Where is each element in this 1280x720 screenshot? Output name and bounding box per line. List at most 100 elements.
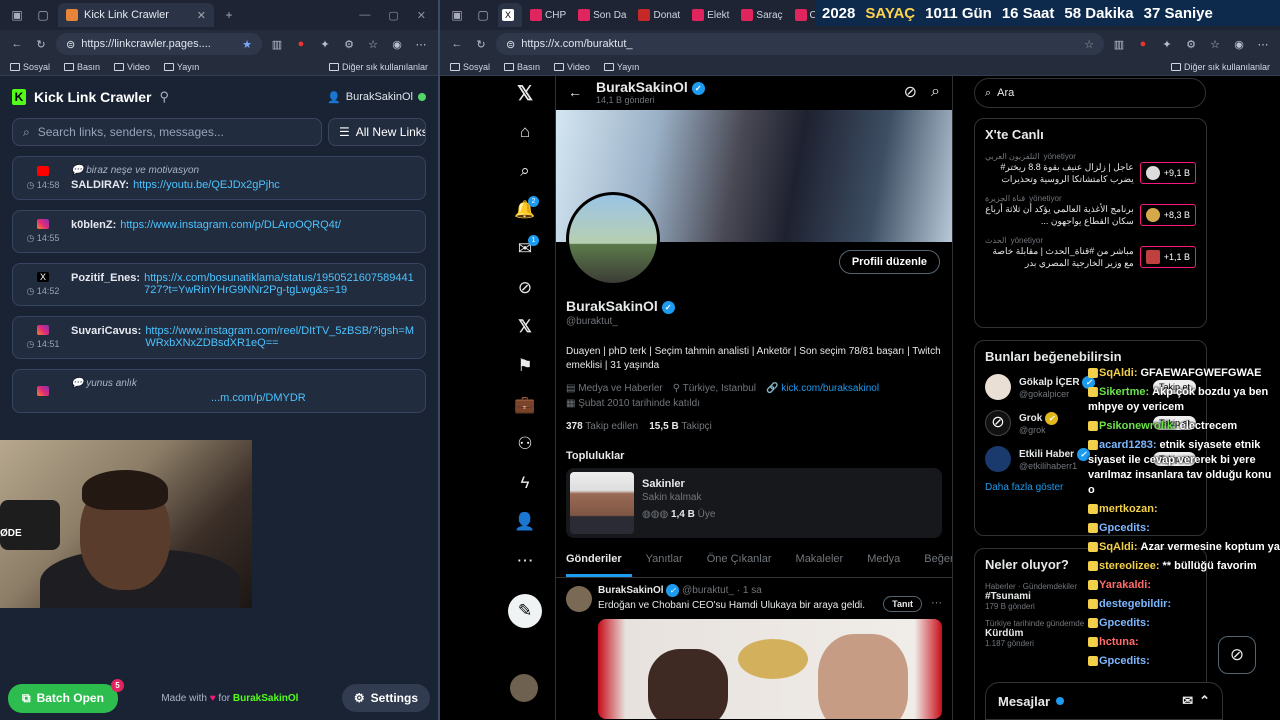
batch-open-button[interactable]: ⧉ Batch Open 5 (8, 678, 124, 713)
tweet[interactable]: BurakSakinOl ✓ @buraktut_ · 1 sa Erdoğan… (566, 584, 942, 719)
favorite-star-icon[interactable]: ☆ (1084, 38, 1094, 51)
bookmark-folder-basin[interactable]: Basın (504, 62, 540, 72)
chat-username[interactable]: acard1283: (1099, 439, 1157, 451)
profile-avatar-icon[interactable]: ◉ (388, 35, 406, 53)
chat-username[interactable]: Yarakaldi: (1099, 579, 1151, 591)
tweet-more-icon[interactable]: ⋯ (931, 596, 942, 609)
favorites-icon[interactable]: ☆ (1206, 35, 1224, 53)
following-link[interactable]: 378 Takip edilen (566, 421, 638, 432)
tab-highlights[interactable]: Öne Çıkanlar (707, 548, 782, 577)
tab-x[interactable]: X (498, 3, 522, 27)
other-bookmarks[interactable]: Diğer sık kullanılanlar (1170, 62, 1270, 72)
other-bookmarks[interactable]: Diğer sık kullanılanlar (328, 62, 428, 72)
chat-username[interactable]: mertkozan: (1099, 503, 1158, 515)
extension-icon[interactable]: ● (292, 35, 310, 53)
promote-button[interactable]: Tanıt (883, 596, 922, 612)
close-window-icon[interactable]: ✕ (417, 9, 426, 22)
list-item[interactable]: yönetiyor الحدث مباشر من #قناة_الحدث | م… (985, 236, 1196, 269)
chat-username[interactable]: SqAldi: (1099, 541, 1138, 553)
bookmark-folder-yayin[interactable]: Yayın (603, 62, 639, 72)
extension-icon[interactable]: ▥ (1110, 35, 1128, 53)
followers-link[interactable]: 15,5 B Takipçi (649, 421, 712, 432)
back-icon[interactable]: ← (8, 35, 26, 53)
extension-icon[interactable]: ✦ (1158, 35, 1176, 53)
tab-replies[interactable]: Yanıtlar (646, 548, 693, 577)
back-icon[interactable]: ← (448, 35, 466, 53)
profile-avatar-icon[interactable]: ◉ (1230, 35, 1248, 53)
search-icon[interactable]: ⌕ (931, 83, 940, 101)
chat-username[interactable]: Gpcedits: (1099, 617, 1150, 629)
tab-elekt[interactable]: Elekt (688, 3, 733, 27)
chat-username[interactable]: Gpcedits: (1099, 522, 1150, 534)
tab-chp[interactable]: CHP (526, 3, 570, 27)
x-search-input[interactable]: ⌕ Ara (974, 78, 1206, 108)
profile-icon[interactable]: 👤 (514, 511, 536, 533)
new-tab-icon[interactable]: + (218, 4, 240, 26)
favorite-star-icon[interactable]: ★ (242, 38, 252, 51)
extension-icon[interactable]: ✦ (316, 35, 334, 53)
more-icon[interactable]: ⋯ (514, 550, 536, 572)
broom-icon[interactable]: ⚲ (160, 89, 170, 105)
tweet-image[interactable] (598, 619, 942, 719)
list-item[interactable]: yönetiyor قناة الجزيرة برنامج الأغذية ال… (985, 194, 1196, 227)
back-arrow-icon[interactable]: ← (568, 84, 582, 100)
community-card[interactable]: Sakinler Sakin kalmak ◍◍◍ 1,4 B Üye (566, 468, 942, 538)
extension-icon[interactable]: ▥ (268, 35, 286, 53)
explore-icon[interactable]: ⌕ (514, 160, 536, 182)
extension-icon[interactable]: ● (1134, 35, 1152, 53)
account-avatar[interactable] (510, 674, 538, 702)
verified-orgs-icon[interactable]: ϟ (514, 472, 536, 494)
workspaces-icon[interactable]: ▣ (446, 4, 468, 26)
favorites-icon[interactable]: ☆ (364, 35, 382, 53)
bookmarks-icon[interactable]: ⚑ (514, 355, 536, 377)
maximize-icon[interactable]: ▢ (388, 9, 398, 22)
more-icon[interactable]: ⋯ (412, 35, 430, 53)
bookmark-folder-sosyal[interactable]: Sosyal (450, 62, 490, 72)
chat-username[interactable]: Sikertme: (1099, 386, 1149, 398)
extensions-icon[interactable]: ⚙ (340, 35, 358, 53)
bookmark-folder-sosyal[interactable]: Sosyal (10, 62, 50, 72)
chat-username[interactable]: Gpcedits: (1099, 655, 1150, 667)
chat-username[interactable]: Psikonewrolik: (1099, 420, 1177, 432)
close-tab-icon[interactable]: ✕ (197, 9, 206, 22)
grok-icon[interactable]: ⊘ (904, 82, 917, 102)
tab-actions-icon[interactable]: ▢ (32, 4, 54, 26)
jobs-icon[interactable]: 💼 (514, 394, 536, 416)
more-icon[interactable]: ⋯ (1254, 35, 1272, 53)
message-link[interactable]: https://www.instagram.com/p/DLAroOQRQ4t/ (120, 219, 341, 231)
edit-profile-button[interactable]: Profili düzenle (838, 250, 940, 274)
list-item[interactable]: yönetiyor التلفزيون العربي عاجل | زلزال … (985, 152, 1196, 185)
refresh-icon[interactable]: ↻ (32, 35, 50, 53)
tab-sarac[interactable]: Saraç (737, 3, 786, 27)
x-logo-icon[interactable]: 𝕏 (514, 82, 536, 105)
tab-son-dakika[interactable]: Son Da (574, 3, 630, 27)
tab-articles[interactable]: Makaleler (796, 548, 854, 577)
communities-icon[interactable]: ⚇ (514, 433, 536, 455)
tab-kick-link-crawler[interactable]: Kick Link Crawler ✕ (58, 3, 214, 27)
minimize-icon[interactable]: — (359, 9, 370, 22)
left-url-field[interactable]: ⊜ https://linkcrawler.pages.... ★ (56, 33, 262, 55)
extensions-icon[interactable]: ⚙ (1182, 35, 1200, 53)
message-link[interactable]: ...m.com/p/DMYDR (211, 392, 306, 404)
tab-likes[interactable]: Beğeni (924, 548, 952, 577)
messages-icon[interactable]: ✉ 1 (514, 235, 539, 260)
premium-icon[interactable]: 𝕏 (514, 316, 536, 338)
tab-posts[interactable]: Gönderiler (566, 548, 632, 577)
message-link[interactable]: https://x.com/bosunatiklama/status/19505… (144, 272, 415, 296)
profile-avatar[interactable] (566, 192, 660, 286)
site-info-icon[interactable]: ⊜ (506, 38, 515, 51)
tab-donat[interactable]: Donat (634, 3, 684, 27)
chat-username[interactable]: stereolizee: (1099, 560, 1160, 572)
tab-media[interactable]: Medya (867, 548, 910, 577)
site-info-icon[interactable]: ⊜ (66, 38, 75, 51)
workspaces-icon[interactable]: ▣ (6, 4, 28, 26)
home-icon[interactable]: ⌂ (514, 121, 536, 143)
tweet-avatar[interactable] (566, 586, 592, 612)
expand-icon[interactable]: ⌃ (1199, 693, 1210, 709)
tab-actions-icon[interactable]: ▢ (472, 4, 494, 26)
bookmark-folder-video[interactable]: Video (114, 62, 150, 72)
compose-post-icon[interactable]: ✎ (508, 594, 542, 628)
right-url-field[interactable]: ⊜ https://x.com/buraktut_ ☆ (496, 33, 1104, 55)
search-input[interactable]: ⌕ Search links, senders, messages... (12, 118, 322, 146)
bookmark-folder-yayin[interactable]: Yayın (163, 62, 199, 72)
